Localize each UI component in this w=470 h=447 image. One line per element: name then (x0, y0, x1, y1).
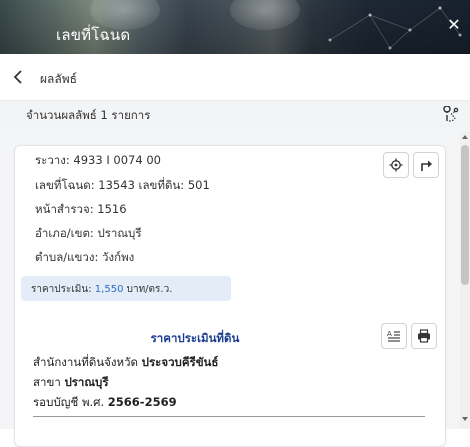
price-box: ราคาประเมิน: 1,550 บาท/ตร.ว. (21, 276, 231, 301)
district-value: ปราณบุรี (97, 226, 142, 240)
nav-title: ผลลัพธ์ (40, 72, 77, 86)
scroll-thumb[interactable] (461, 145, 469, 285)
office-value: ประจวบคีรีขันธ์ (141, 355, 219, 369)
document-button[interactable]: A (381, 323, 407, 349)
price-label: ราคาประเมิน: (31, 284, 92, 295)
district-row: อำเภอ/เขต: ปราณบุรี (35, 225, 142, 243)
subdistrict-value: วังก์พง (102, 250, 135, 264)
turn-right-icon (421, 160, 432, 171)
subdistrict-row: ตำบล/แขวง: วังก์พง (35, 249, 134, 267)
cycle-line: รอบบัญชี พ.ศ. 2566-2569 (33, 394, 177, 412)
cycle-value: 2566-2569 (107, 395, 177, 409)
ravang-value: 4933 I 0074 00 (73, 153, 161, 167)
district-label: อำเภอ/เขต: (35, 226, 94, 240)
cycle-prefix: รอบบัญชี พ.ศ. (33, 395, 105, 409)
route-pin-icon[interactable] (442, 106, 460, 124)
deed-label: เลขที่โฉนด: (35, 178, 95, 192)
deed-value: 13543 (98, 178, 135, 192)
land-no-value: 501 (187, 178, 210, 192)
svg-text:A: A (387, 330, 392, 338)
header-title: เลขที่โฉนด (56, 26, 131, 44)
price-value: 1,550 (94, 284, 124, 295)
divider (33, 416, 425, 417)
price-unit: บาท/ตร.ว. (126, 284, 173, 295)
ravang-row: ระวาง: 4933 I 0074 00 (35, 152, 161, 170)
directions-button[interactable] (413, 152, 439, 178)
appraisal-title: ราคาประเมินที่ดิน (150, 331, 240, 345)
office-line: สำนักงานที่ดินจังหวัด ประจวบคีรีขันธ์ (33, 354, 218, 372)
scroll-down-arrow-icon[interactable] (462, 417, 468, 421)
branch-prefix: สาขา (33, 375, 61, 389)
subdistrict-label: ตำบล/แขวง: (35, 250, 99, 264)
chevron-left-icon[interactable] (10, 69, 26, 85)
document-list-icon: A (387, 330, 400, 342)
results-content: ระวาง: 4933 I 0074 00 เลขที่โฉนด: 13543 … (0, 131, 470, 447)
scroll-up-arrow-icon[interactable] (462, 135, 468, 139)
result-count-bar: จำนวนผลลัพธ์ 1 รายการ (0, 100, 470, 132)
locate-button[interactable] (383, 152, 409, 178)
survey-row: หน้าสำรวจ: 1516 (35, 201, 127, 219)
close-icon[interactable]: ✕ (444, 15, 464, 35)
scrollbar[interactable] (460, 131, 470, 429)
survey-value: 1516 (97, 202, 127, 216)
print-button[interactable] (411, 323, 437, 349)
header-banner: เลขที่โฉนด ✕ (0, 0, 470, 54)
branch-line: สาขา ปราณบุรี (33, 374, 109, 392)
ravang-label: ระวาง: (35, 153, 70, 167)
office-prefix: สำนักงานที่ดินจังหวัด (33, 355, 139, 369)
parcel-card: ระวาง: 4933 I 0074 00 เลขที่โฉนด: 13543 … (14, 145, 446, 447)
deed-row: เลขที่โฉนด: 13543 เลขที่ดิน: 501 (35, 177, 210, 195)
branch-value: ปราณบุรี (64, 375, 109, 389)
land-no-label: เลขที่ดิน: (138, 178, 185, 192)
locate-icon (389, 158, 403, 172)
result-count: จำนวนผลลัพธ์ 1 รายการ (26, 108, 151, 122)
results-nav: ผลลัพธ์ (0, 54, 470, 100)
printer-icon (418, 329, 430, 343)
survey-label: หน้าสำรวจ: (35, 202, 94, 216)
